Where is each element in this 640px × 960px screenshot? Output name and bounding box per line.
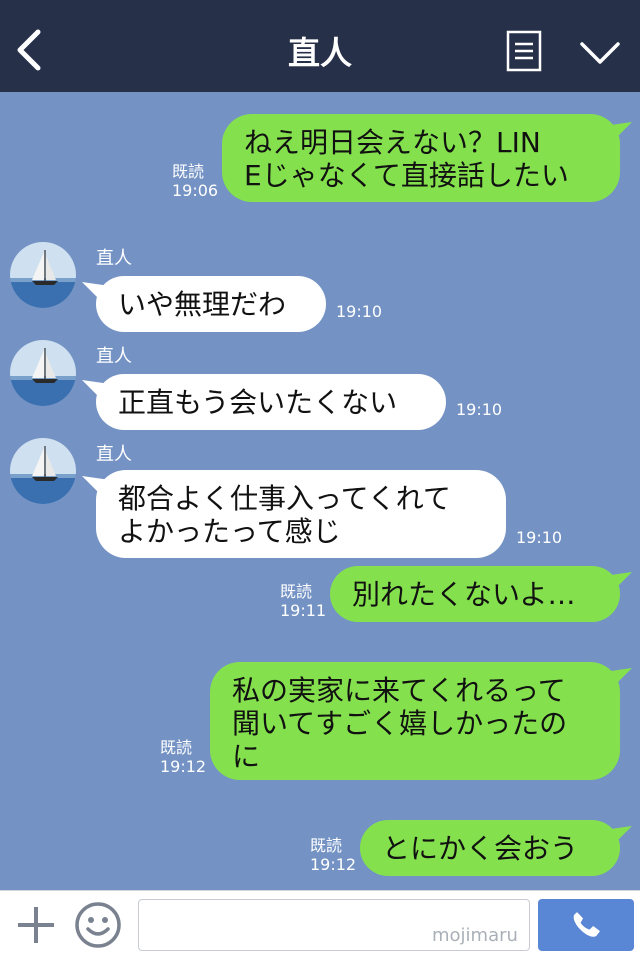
message-line: とにかく会おう bbox=[382, 832, 579, 865]
chevron-down-icon bbox=[580, 42, 620, 64]
message-line: に bbox=[232, 740, 261, 773]
message-line: 都合よく仕事入ってくれて bbox=[118, 482, 451, 515]
smiley-icon bbox=[75, 902, 121, 948]
avatar[interactable] bbox=[10, 242, 76, 308]
sent-message-bubble[interactable]: ねえ明日会えない？LIN Eじゃなくて直接話したい bbox=[222, 114, 620, 202]
read-label: 既読 bbox=[310, 836, 343, 855]
bubble-tail bbox=[604, 572, 632, 594]
plus-icon bbox=[18, 907, 54, 943]
call-button[interactable] bbox=[538, 899, 634, 951]
message-line: 聞いてすごく嬉しかったの bbox=[232, 707, 568, 740]
bubble-tail bbox=[82, 476, 110, 498]
sailboat-avatar-icon bbox=[10, 242, 76, 308]
sender-name: 直人 bbox=[96, 444, 132, 465]
message-line: 別れたくないよ… bbox=[352, 578, 576, 611]
bubble-tail bbox=[82, 282, 110, 304]
message-time: 19:10 bbox=[336, 302, 383, 321]
sent-message-bubble[interactable]: 私の実家に来てくれるって 聞いてすごく嬉しかったの に bbox=[210, 662, 620, 780]
received-message-bubble[interactable]: いや無理だわ bbox=[96, 276, 326, 332]
emoji-button[interactable] bbox=[74, 901, 122, 949]
chat-title: 直人 bbox=[287, 34, 352, 72]
sent-message-bubble[interactable]: とにかく会おう bbox=[360, 820, 620, 876]
message-line: よかったって感じ bbox=[118, 515, 341, 548]
read-label: 既読 bbox=[160, 738, 193, 757]
bubble-tail bbox=[82, 380, 110, 402]
bubble-tail bbox=[604, 668, 632, 690]
avatar[interactable] bbox=[10, 340, 76, 406]
sailboat-avatar-icon bbox=[10, 438, 76, 504]
read-label: 既読 bbox=[172, 162, 205, 181]
phone-icon bbox=[573, 912, 600, 937]
menu-button[interactable] bbox=[506, 30, 542, 72]
message-time: 19:11 bbox=[280, 601, 327, 620]
message-time: 19:10 bbox=[456, 400, 503, 419]
message-input-bar: mojimaru bbox=[0, 890, 640, 960]
received-message-bubble[interactable]: 都合よく仕事入ってくれて よかったって感じ bbox=[96, 470, 506, 558]
sailboat-avatar-icon bbox=[10, 340, 76, 406]
sent-message-bubble[interactable]: 別れたくないよ… bbox=[330, 566, 620, 622]
message-time: 19:12 bbox=[160, 757, 207, 776]
message-time: 19:10 bbox=[516, 528, 563, 547]
message-input[interactable] bbox=[138, 899, 530, 951]
sender-name: 直人 bbox=[96, 346, 132, 367]
message-line: ねえ明日会えない？LIN bbox=[244, 126, 541, 159]
message-line: 正直もう会いたくない bbox=[118, 386, 398, 419]
read-receipt: 既読 19:12 bbox=[160, 738, 206, 776]
menu-list-icon bbox=[506, 30, 542, 72]
read-label: 既読 bbox=[280, 582, 313, 601]
collapse-button[interactable] bbox=[578, 38, 622, 68]
message-line: 私の実家に来てくれるって bbox=[232, 674, 566, 707]
sender-name: 直人 bbox=[96, 248, 132, 269]
message-line: Eじゃなくて直接話したい bbox=[244, 159, 569, 192]
received-message-bubble[interactable]: 正直もう会いたくない bbox=[96, 374, 446, 430]
avatar[interactable] bbox=[10, 438, 76, 504]
read-receipt: 既読 19:11 bbox=[280, 582, 326, 620]
message-line: いや無理だわ bbox=[118, 288, 287, 321]
chat-header: 直人 bbox=[0, 0, 640, 92]
message-time: 19:12 bbox=[310, 855, 357, 874]
read-receipt: 既読 19:06 bbox=[172, 162, 218, 200]
message-time: 19:06 bbox=[172, 181, 219, 200]
bubble-tail bbox=[604, 826, 632, 848]
add-attachment-button[interactable] bbox=[14, 903, 58, 947]
bubble-tail bbox=[604, 122, 632, 144]
read-receipt: 既読 19:12 bbox=[310, 836, 356, 874]
chat-area[interactable]: 既読 19:06 ねえ明日会えない？LIN Eじゃなくて直接話したい 直人 いや… bbox=[0, 92, 640, 890]
